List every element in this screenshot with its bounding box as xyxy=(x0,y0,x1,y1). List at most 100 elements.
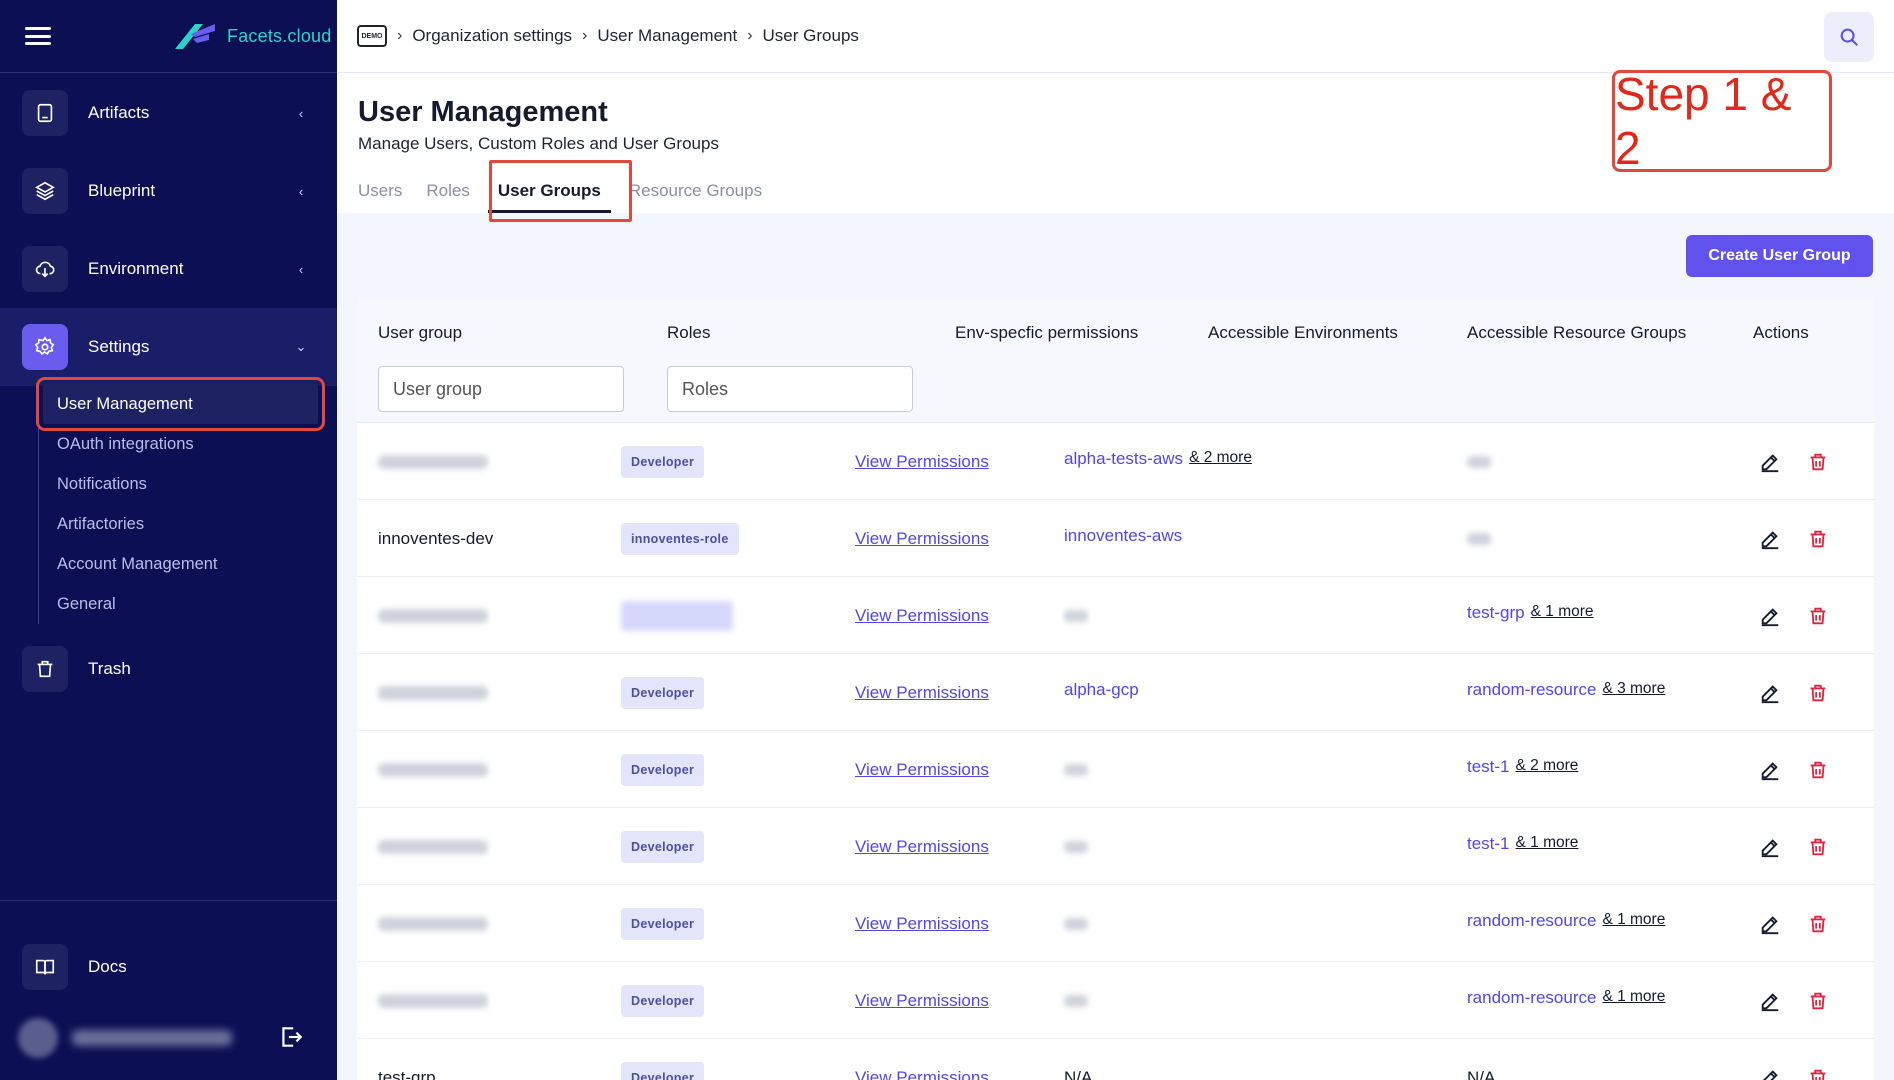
more-environments-link[interactable]: & 2 more xyxy=(1189,449,1252,467)
create-user-group-button[interactable]: Create User Group xyxy=(1686,235,1873,277)
sidebar-item-label: Trash xyxy=(88,659,131,678)
delete-icon[interactable] xyxy=(1807,605,1829,627)
view-permissions-link[interactable]: View Permissions xyxy=(855,760,989,780)
edit-icon[interactable] xyxy=(1759,836,1781,858)
sidebar-item-settings[interactable]: Settings ⌄ xyxy=(0,308,337,386)
breadcrumb-user-management[interactable]: User Management xyxy=(597,26,737,46)
more-resource-groups-link[interactable]: & 1 more xyxy=(1602,988,1665,1006)
environment-link[interactable]: alpha-tests-aws xyxy=(1064,449,1183,469)
actions-cell xyxy=(1759,423,1829,500)
user-profile[interactable] xyxy=(18,1016,318,1060)
column-header-accessible-resource-groups: Accessible Resource Groups xyxy=(1467,323,1687,342)
submenu-item-notifications[interactable]: Notifications xyxy=(39,464,318,504)
resource-group-link[interactable]: test-1 xyxy=(1467,757,1510,777)
edit-icon[interactable] xyxy=(1759,759,1781,781)
delete-icon[interactable] xyxy=(1807,528,1829,550)
delete-icon[interactable] xyxy=(1807,759,1829,781)
sidebar-header: Facets.cloud xyxy=(0,0,337,73)
resource-group-link[interactable]: test-1 xyxy=(1467,834,1510,854)
resource-group-link[interactable]: random-resource xyxy=(1467,911,1596,931)
accessible-resource-groups-cell: test-1 & 1 more xyxy=(1467,808,1578,885)
redacted-text xyxy=(378,608,488,623)
more-resource-groups-link[interactable]: & 1 more xyxy=(1516,834,1579,852)
view-permissions-link[interactable]: View Permissions xyxy=(855,606,989,626)
redacted-text xyxy=(1064,840,1088,853)
view-permissions-link[interactable]: View Permissions xyxy=(855,683,989,703)
page-title: User Management xyxy=(358,96,608,128)
edit-icon[interactable] xyxy=(1759,605,1781,627)
logo[interactable]: Facets.cloud xyxy=(173,22,331,50)
delete-icon[interactable] xyxy=(1807,836,1829,858)
environment-link[interactable]: alpha-gcp xyxy=(1064,680,1139,700)
actions-cell xyxy=(1759,731,1829,808)
edit-icon[interactable] xyxy=(1759,1067,1781,1080)
accessible-resource-groups-cell: random-resource & 1 more xyxy=(1467,885,1665,962)
step-annotation: Step 1 & 2 xyxy=(1612,68,1832,174)
breadcrumb-user-groups[interactable]: User Groups xyxy=(763,26,859,46)
edit-icon[interactable] xyxy=(1759,451,1781,473)
role-badge: Developer xyxy=(621,676,705,709)
logo-text: Facets.cloud xyxy=(227,25,332,46)
submenu-item-artifactories[interactable]: Artifactories xyxy=(39,504,318,544)
breadcrumb-organization-settings[interactable]: Organization settings xyxy=(412,26,572,46)
chevron-left-icon: ‹ xyxy=(298,261,304,277)
sidebar-item-blueprint[interactable]: Blueprint ‹ xyxy=(0,152,337,230)
view-permissions-link[interactable]: View Permissions xyxy=(855,452,989,472)
view-permissions-link[interactable]: View Permissions xyxy=(855,837,989,857)
environment-link[interactable]: innoventes-aws xyxy=(1064,526,1182,546)
resource-group-link[interactable]: random-resource xyxy=(1467,988,1596,1008)
accessible-environments-cell xyxy=(1064,808,1088,885)
sidebar-item-label: Artifacts xyxy=(88,103,150,122)
submenu-item-account-management[interactable]: Account Management xyxy=(39,544,318,584)
delete-icon[interactable] xyxy=(1807,913,1829,935)
user-group-filter-input[interactable] xyxy=(378,366,624,412)
sidebar-item-artifacts[interactable]: Artifacts ‹ xyxy=(0,74,337,152)
view-permissions-link[interactable]: View Permissions xyxy=(855,529,989,549)
roles-filter-input[interactable] xyxy=(667,366,913,412)
resource-group-link[interactable]: random-resource xyxy=(1467,680,1596,700)
delete-icon[interactable] xyxy=(1807,682,1829,704)
tab-resource-groups[interactable]: Resource Groups xyxy=(617,173,774,209)
table-row: Developer View Permissions alpha-gcp random… xyxy=(357,654,1874,731)
user-group-name xyxy=(378,654,488,731)
submenu-item-user-management[interactable]: User Management xyxy=(36,377,325,431)
edit-icon[interactable] xyxy=(1759,528,1781,550)
view-permissions-link[interactable]: View Permissions xyxy=(855,991,989,1011)
table-row: Developer View Permissions random-resource… xyxy=(357,885,1874,962)
demo-org-icon[interactable]: DEMO xyxy=(357,25,387,47)
redacted-text xyxy=(378,916,488,931)
edit-icon[interactable] xyxy=(1759,990,1781,1012)
accessible-environments-cell: innoventes-aws xyxy=(1064,500,1182,577)
delete-icon[interactable] xyxy=(1807,1067,1829,1080)
logout-icon[interactable] xyxy=(278,1024,306,1052)
edit-icon[interactable] xyxy=(1759,682,1781,704)
sidebar-item-docs[interactable]: Docs xyxy=(0,928,337,1006)
submenu-item-oauth[interactable]: OAuth integrations xyxy=(39,424,318,464)
tab-user-groups[interactable]: User Groups xyxy=(482,173,617,213)
resource-group-link[interactable]: test-grp xyxy=(1467,603,1525,623)
tab-roles[interactable]: Roles xyxy=(414,173,481,209)
view-permissions-link[interactable]: View Permissions xyxy=(855,914,989,934)
more-resource-groups-link[interactable]: & 3 more xyxy=(1602,680,1665,698)
redacted-text xyxy=(1467,532,1491,545)
delete-icon[interactable] xyxy=(1807,451,1829,473)
more-resource-groups-link[interactable]: & 1 more xyxy=(1531,603,1594,621)
submenu-item-general[interactable]: General xyxy=(39,584,318,624)
more-resource-groups-link[interactable]: & 1 more xyxy=(1602,911,1665,929)
tab-users[interactable]: Users xyxy=(358,173,414,209)
tablet-icon xyxy=(22,90,68,136)
delete-icon[interactable] xyxy=(1807,990,1829,1012)
search-button[interactable] xyxy=(1824,12,1874,62)
env-permissions-cell: View Permissions xyxy=(855,808,989,885)
view-permissions-link[interactable]: View Permissions xyxy=(855,1068,989,1080)
menu-icon[interactable] xyxy=(25,27,51,45)
sidebar-item-environment[interactable]: Environment ‹ xyxy=(0,230,337,308)
accessible-resource-groups-cell: N/A xyxy=(1467,1039,1495,1080)
avatar[interactable] xyxy=(18,1018,58,1058)
edit-icon[interactable] xyxy=(1759,913,1781,935)
chevron-right-icon: › xyxy=(747,27,753,44)
accessible-environments-cell: alpha-gcp xyxy=(1064,654,1139,731)
sidebar-item-trash[interactable]: Trash xyxy=(0,630,337,708)
more-resource-groups-link[interactable]: & 2 more xyxy=(1516,757,1579,775)
accessible-environments-cell xyxy=(1064,962,1088,1039)
